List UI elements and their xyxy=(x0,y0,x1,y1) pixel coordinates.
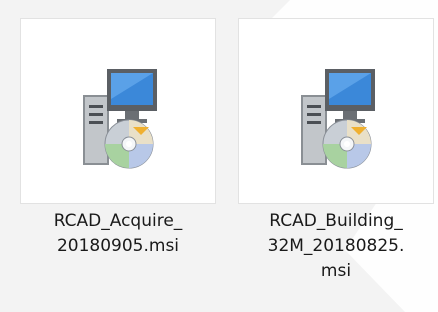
msi-installer-icon xyxy=(301,69,375,169)
file-name-label[interactable]: RCAD_Building_ 32M_20180825. msi xyxy=(236,209,436,284)
file-name-line: RCAD_Building_ xyxy=(269,211,403,231)
msi-installer-icon xyxy=(83,69,157,169)
file-name-label[interactable]: RCAD_Acquire_ 20180905.msi xyxy=(18,209,218,259)
file-thumbnail[interactable] xyxy=(20,18,216,204)
file-thumbnail[interactable] xyxy=(238,18,434,204)
file-name-line: 20180905.msi xyxy=(56,236,180,256)
file-name-line: msi xyxy=(320,261,352,281)
file-name-line: 32M_20180825. xyxy=(267,236,405,256)
file-name-line: RCAD_Acquire_ xyxy=(53,211,183,231)
